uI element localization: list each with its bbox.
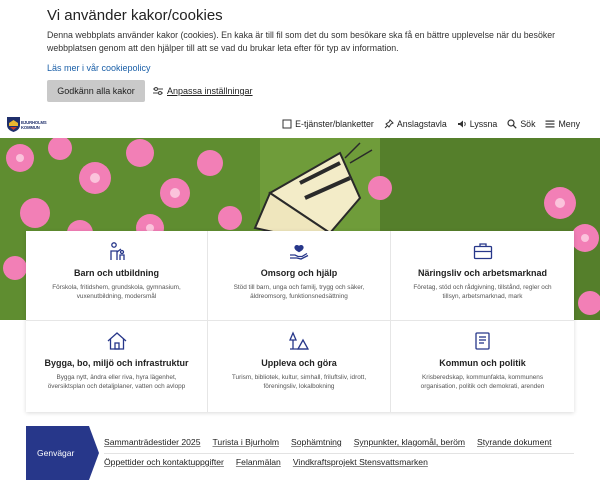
nav-search-label: Sök	[520, 119, 536, 129]
speaker-icon	[457, 120, 466, 128]
nav-e-services[interactable]: E-tjänster/blanketter	[282, 119, 374, 129]
category-card-naringsliv[interactable]: Näringsliv och arbetsmarknad Företag, st…	[391, 231, 574, 321]
coat-of-arms-icon	[7, 117, 20, 132]
shortcut-link[interactable]: Felanmälan	[236, 457, 281, 468]
category-card-barn-utbildning[interactable]: Barn och utbildning Förskola, fritidshem…	[26, 231, 208, 321]
category-title: Bygga, bo, miljö och infrastruktur	[44, 358, 189, 368]
category-title: Näringsliv och arbetsmarknad	[417, 268, 548, 278]
category-title: Barn och utbildning	[74, 268, 159, 278]
shortcuts-section: Genvägar Sammanträdestider 2025 Turista …	[26, 426, 574, 480]
shortcut-link[interactable]: Sophämtning	[291, 437, 342, 448]
category-title: Kommun och politik	[439, 358, 526, 368]
nav-menu[interactable]: Meny	[545, 119, 580, 129]
municipality-logo[interactable]: BJURHOLMS KOMMUN	[7, 114, 47, 135]
category-card-kommun-politik[interactable]: Kommun och politik Krisberedskap, kommun…	[391, 321, 574, 412]
accept-all-cookies-button[interactable]: Godkänn alla kakor	[47, 80, 145, 102]
category-title: Omsorg och hjälp	[260, 268, 338, 278]
nav-e-services-label: E-tjänster/blanketter	[295, 119, 374, 129]
category-description: Krisberedskap, kommunfakta, kommunens or…	[420, 374, 545, 390]
nav-listen-label: Lyssna	[469, 119, 498, 129]
logo-text-line1: BJURHOLMS	[21, 119, 47, 125]
sliders-icon	[153, 87, 163, 95]
category-description: Turism, bibliotek, kultur, simhall, fril…	[231, 374, 367, 390]
category-title: Uppleva och göra	[261, 358, 337, 368]
shortcut-link[interactable]: Sammanträdestider 2025	[104, 437, 201, 448]
pin-icon	[384, 119, 394, 129]
shortcut-link[interactable]: Styrande dokument	[477, 437, 552, 448]
category-description: Stöd till barn, unga och familj, trygg o…	[233, 284, 365, 300]
category-description: Bygga nytt, ändra eller riva, hyra lägen…	[47, 374, 186, 390]
search-icon	[507, 119, 517, 129]
tent-tree-icon	[289, 331, 309, 350]
customize-settings-link[interactable]: Anpassa inställningar	[153, 86, 253, 96]
nav-menu-label: Meny	[558, 119, 580, 129]
category-card-uppleva[interactable]: Uppleva och göra Turism, bibliotek, kult…	[208, 321, 391, 412]
logo-text: BJURHOLMS KOMMUN	[21, 120, 47, 130]
shortcut-link[interactable]: Turista i Bjurholm	[213, 437, 280, 448]
main-nav: E-tjänster/blanketter Anslagstavla Lyssn…	[282, 110, 580, 138]
nav-listen[interactable]: Lyssna	[457, 119, 498, 129]
customize-settings-label: Anpassa inställningar	[167, 86, 253, 96]
nav-notice-board-label: Anslagstavla	[396, 119, 447, 129]
shortcuts-links: Sammanträdestider 2025 Turista i Bjurhol…	[104, 437, 574, 468]
category-card-bygga-bo[interactable]: Bygga, bo, miljö och infrastruktur Bygga…	[26, 321, 208, 412]
site-header: BJURHOLMS KOMMUN E-tjänster/blanketter A…	[0, 110, 600, 138]
child-icon	[109, 242, 125, 260]
house-icon	[107, 332, 126, 350]
cookie-buttons: Godkänn alla kakor Anpassa inställningar	[47, 80, 253, 102]
hand-heart-icon	[290, 245, 309, 260]
nav-search[interactable]: Sök	[507, 119, 535, 129]
shortcut-link[interactable]: Vindkraftsprojekt Stensvattsmarken	[293, 457, 428, 468]
document-icon	[474, 332, 490, 350]
category-card-omsorg-hjalp[interactable]: Omsorg och hjälp Stöd till barn, unga oc…	[208, 231, 391, 321]
category-description: Förskola, fritidshem, grundskola, gymnas…	[52, 284, 181, 300]
briefcase-icon	[473, 243, 492, 260]
shortcuts-tab: Genvägar	[26, 426, 99, 480]
category-grid: Barn och utbildning Förskola, fritidshem…	[26, 231, 574, 412]
category-description: Företag, stöd och rådgivning, tillstånd,…	[413, 284, 552, 300]
menu-icon	[545, 120, 555, 128]
cookie-policy-link[interactable]: Läs mer i vår cookiepolicy	[47, 62, 600, 74]
shortcut-link[interactable]: Synpunkter, klagomål, beröm	[354, 437, 465, 448]
shortcut-link[interactable]: Öppettider och kontaktuppgifter	[104, 457, 224, 468]
nav-notice-board[interactable]: Anslagstavla	[384, 119, 447, 129]
cookie-text: Denna webbplats använder kakor (cookies)…	[47, 30, 556, 53]
form-icon	[282, 119, 292, 129]
cookie-banner: Vi använder kakor/cookies Denna webbplat…	[0, 0, 600, 110]
logo-text-line2: KOMMUN	[21, 124, 40, 130]
cookie-title: Vi använder kakor/cookies	[47, 7, 223, 24]
